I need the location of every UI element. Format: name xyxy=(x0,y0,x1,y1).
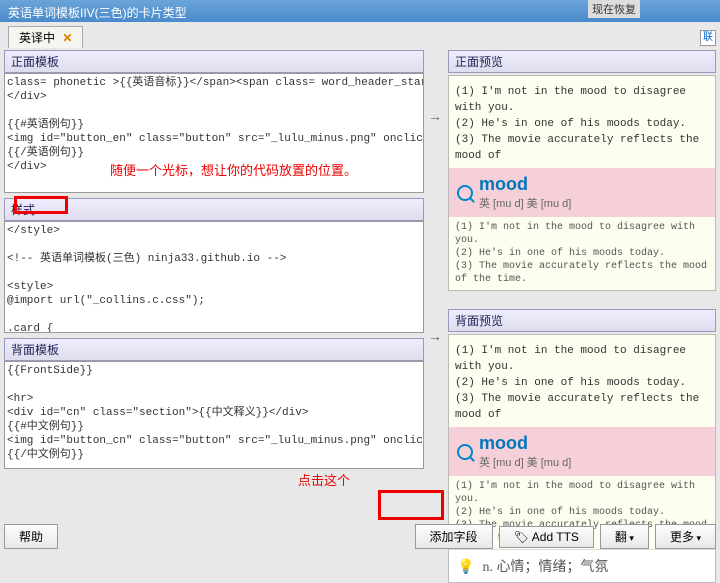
tab-close-icon[interactable]: ✕ xyxy=(62,31,72,45)
small-sentence: (3) The movie accurately reflects the mo… xyxy=(455,260,709,286)
sentence: (1) I'm not in the mood to disagree with… xyxy=(455,84,709,116)
back-preview-header: 背面预览 xyxy=(448,309,716,332)
sentence: (2) He's in one of his moods today. xyxy=(455,375,709,391)
small-sentence: (1) I'm not in the mood to disagree with… xyxy=(455,221,709,247)
headword: mood xyxy=(479,433,571,454)
magnifier-icon xyxy=(457,444,473,460)
annotation-text-2: 点击这个 xyxy=(298,470,350,489)
bulb-icon: 💡 xyxy=(457,558,474,575)
back-template-header: 背面模板 xyxy=(4,338,424,361)
meaning-text: n. 心情；情绪；气氛 xyxy=(482,556,608,576)
side-icon-0[interactable]: 联 xyxy=(700,30,716,46)
front-preview: (1) I'm not in the mood to disagree with… xyxy=(448,75,716,291)
right-panel: → 正面预览 (1) I'm not in the mood to disagr… xyxy=(428,48,716,583)
small-sentence: (2) He's in one of his moods today. xyxy=(455,506,709,519)
front-preview-header: 正面预览 xyxy=(448,50,716,73)
help-button[interactable]: 帮助 xyxy=(4,524,58,549)
add-tts-button[interactable]: 🏷 Add TTS xyxy=(499,526,594,548)
back-template-editor[interactable] xyxy=(4,361,424,469)
sentence: (3) The movie accurately reflects the mo… xyxy=(455,391,709,423)
front-template-header: 正面模板 xyxy=(4,50,424,73)
arrow-icon: → xyxy=(428,108,442,124)
style-editor[interactable] xyxy=(4,221,424,333)
small-sentence: (2) He's in one of his moods today. xyxy=(455,247,709,260)
tab-translate[interactable]: 英译中 ✕ xyxy=(8,26,83,48)
sentence: (2) He's in one of his moods today. xyxy=(455,116,709,132)
small-sentence: (1) I'm not in the mood to disagree with… xyxy=(455,480,709,506)
sentence: (1) I'm not in the mood to disagree with… xyxy=(455,343,709,375)
pronunciation: 英 [mu d] 美 [mu d] xyxy=(479,195,571,211)
tab-label: 英译中 xyxy=(19,31,55,45)
flip-button[interactable]: 翻 xyxy=(600,524,649,549)
sentence: (3) The movie accurately reflects the mo… xyxy=(455,132,709,164)
more-button[interactable]: 更多 xyxy=(655,524,716,549)
tag-icon: 🏷 xyxy=(514,530,529,544)
pronunciation: 英 [mu d] 美 [mu d] xyxy=(479,454,571,470)
bottom-toolbar: 帮助 添加字段 🏷 Add TTS 翻 更多 xyxy=(4,524,716,549)
annotation-text-1: 随便一个光标，想让你的代码放置的位置。 xyxy=(110,160,357,179)
magnifier-icon xyxy=(457,185,473,201)
annotation-box-1 xyxy=(14,196,68,214)
annotation-box-2 xyxy=(378,490,444,520)
left-panel: 正面模板 样式 背面模板 xyxy=(4,48,424,583)
add-field-button[interactable]: 添加字段 xyxy=(415,524,493,549)
restore-link[interactable]: 现在恢复 xyxy=(588,0,640,18)
arrow-icon: → xyxy=(428,328,442,344)
headword: mood xyxy=(479,174,571,195)
add-tts-label: Add TTS xyxy=(532,530,579,544)
